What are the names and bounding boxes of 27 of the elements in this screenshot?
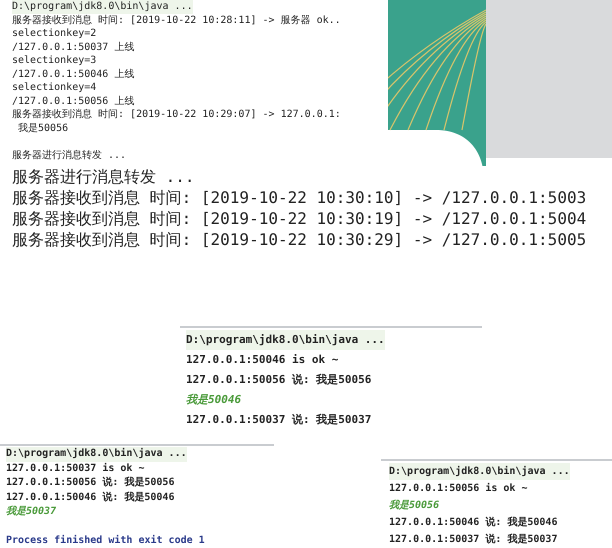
console-line: 服务器接收到消息 时间: [2019-10-22 10:30:29] -> /127.0.0.1:5005: [12, 229, 586, 250]
console-line: selectionkey=2: [12, 27, 96, 40]
user-input-line: 我是50056: [389, 498, 440, 513]
console-line: /127.0.0.1:50056 上线: [12, 94, 134, 108]
console-line: 127.0.0.1:50037 is ok ~: [6, 462, 144, 476]
console-line: /127.0.0.1:50046 上线: [12, 68, 134, 81]
console-line: 服务器进行消息转发 ...: [12, 166, 195, 187]
console-line: 127.0.0.1:50037 说: 我是50037: [186, 412, 372, 428]
console-line: 127.0.0.1:50056 说: 我是50056: [186, 372, 372, 388]
console-line: 127.0.0.1:50046 说: 我是50046: [6, 490, 174, 504]
console-line: selectionkey=3: [12, 54, 96, 68]
console-line: 127.0.0.1:50046 is ok ~: [186, 352, 338, 368]
console-line: 我是50056: [17, 122, 68, 135]
console-line: /127.0.0.1:50037 上线: [12, 40, 134, 54]
console-line: 服务器接收到消息 时间: [2019-10-22 10:30:19] -> /127.0.0.1:5004: [12, 208, 586, 229]
exit-message: Process finished with exit code 1: [6, 534, 205, 548]
console-line: selectionkey=4: [12, 81, 96, 94]
user-input-line: 我是50037: [6, 505, 56, 519]
console-line: 服务器接收到消息 时间: [2019-10-22 10:29:07] -> 127.0.0.1:: [12, 108, 341, 122]
user-input-line: 我是50046: [186, 392, 242, 408]
console-line: 服务器接收到消息 时间: [2019-10-22 10:28:11] -> 服务器 ok..: [12, 14, 341, 27]
console-line: 127.0.0.1:50056 is ok ~: [389, 482, 528, 496]
console-line: 服务器接收到消息 时间: [2019-10-22 10:30:10] -> /127.0.0.1:5003: [12, 187, 586, 208]
console-line: 服务器进行消息转发 ...: [12, 148, 126, 162]
console-line: 127.0.0.1:50037 说: 我是50037: [389, 532, 558, 547]
console-line: 127.0.0.1:50056 说: 我是50056: [6, 476, 174, 490]
console-line: 127.0.0.1:50046 说: 我是50046: [389, 516, 558, 530]
